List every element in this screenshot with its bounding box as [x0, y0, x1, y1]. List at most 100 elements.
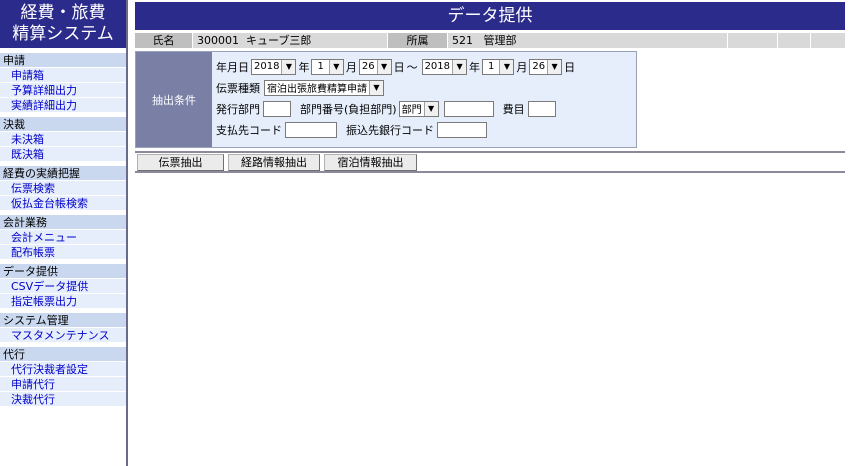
menu-section-accounting: 会計業務 会計メニュー 配布帳票: [0, 214, 126, 259]
dept-no-label: 部門番号(負担部門): [300, 102, 397, 116]
range-separator: ～: [406, 60, 418, 74]
menu-item-proxy-application[interactable]: 申請代行: [0, 376, 126, 391]
menu-item-csv-data[interactable]: CSVデータ提供: [0, 278, 126, 293]
page-title: データ提供: [135, 2, 845, 30]
menu-section-approval: 決裁 未決箱 既決箱: [0, 116, 126, 161]
menu-item-master-maintenance[interactable]: マスタメンテナンス: [0, 327, 126, 342]
expense-input[interactable]: [527, 100, 556, 117]
menu-head-proxy: 代行: [0, 346, 126, 361]
menu-head-application: 申請: [0, 52, 126, 67]
menu-item-approved-box[interactable]: 既決箱: [0, 146, 126, 161]
payee-code-input[interactable]: [285, 121, 337, 138]
user-name-value: キューブ三郎: [246, 34, 312, 47]
dept-label: 所属: [388, 33, 448, 48]
dept-no-select-value: 部門: [401, 105, 422, 116]
menu-item-accounting-menu[interactable]: 会計メニュー: [0, 229, 126, 244]
logo-line1: 経費・旅費: [20, 3, 106, 23]
menu-item-proxy-approver-setting[interactable]: 代行決裁者設定: [0, 361, 126, 376]
menu-section-proxy: 代行 代行決裁者設定 申請代行 決裁代行: [0, 346, 126, 406]
dept-row: 発行部門 部門番号(負担部門) 部門 ▼ 費目: [216, 98, 632, 119]
info-blank-1: [728, 33, 778, 48]
filter-label: 抽出条件: [136, 52, 212, 147]
slip-type-select[interactable]: 宿泊出張旅費精算申請 ▼: [264, 79, 384, 96]
user-dept: 521 管理部: [448, 33, 728, 48]
app-logo: 経費・旅費 精算システム: [0, 0, 126, 48]
menu-item-distribution-forms[interactable]: 配布帳票: [0, 244, 126, 259]
dept-no-select[interactable]: 部門 ▼: [398, 100, 439, 117]
month-unit: 月: [345, 60, 357, 74]
to-day-select[interactable]: 26 ▼: [529, 58, 563, 75]
sidebar: 経費・旅費 精算システム 申請 申請箱 予算詳細出力 実績詳細出力 決裁 未決箱…: [0, 0, 128, 466]
slip-type-row: 伝票種類 宿泊出張旅費精算申請 ▼: [216, 77, 632, 98]
chevron-down-icon: ▼: [281, 59, 296, 74]
extract-tabs: 伝票抽出 経路情報抽出 宿泊情報抽出: [135, 151, 845, 173]
menu-head-expense-tracking: 経費の実績把握: [0, 165, 126, 180]
dept-no-input[interactable]: [443, 100, 494, 117]
year-unit-2: 年: [469, 60, 481, 74]
filter-body: 年月日 2018 ▼ 年 1 ▼ 月 26 ▼ 日 ～ 2018 ▼ 年 1 ▼ 月 26…: [212, 52, 636, 147]
user-name: 300001 キューブ三郎: [193, 33, 388, 48]
menu-head-system-admin: システム管理: [0, 312, 126, 327]
user-info-bar: 氏名 300001 キューブ三郎 所属 521 管理部: [135, 33, 845, 48]
menu-item-slip-search[interactable]: 伝票検索: [0, 180, 126, 195]
from-month-select[interactable]: 1 ▼: [311, 58, 344, 75]
menu-section-expense-tracking: 経費の実績把握 伝票検索 仮払金台帳検索: [0, 165, 126, 210]
expense-label: 費目: [502, 102, 525, 116]
chevron-down-icon: ▼: [499, 59, 514, 74]
tab-slip-extract[interactable]: 伝票抽出: [137, 153, 224, 171]
menu-item-actual-detail[interactable]: 実績詳細出力: [0, 97, 126, 112]
from-day-value: 26: [361, 61, 375, 72]
issuing-dept-input[interactable]: [263, 100, 291, 117]
menu-item-proxy-approval[interactable]: 決裁代行: [0, 391, 126, 406]
day-unit-2: 日: [564, 60, 576, 74]
to-month-value: 1: [488, 61, 495, 72]
slip-type-value: 宿泊出張旅費精算申請: [267, 84, 367, 95]
issuing-dept-label: 発行部門: [216, 102, 260, 116]
menu-item-pending-box[interactable]: 未決箱: [0, 131, 126, 146]
tab-lodging-extract[interactable]: 宿泊情報抽出: [324, 153, 417, 171]
slip-type-label: 伝票種類: [216, 81, 260, 95]
logo-line2: 精算システム: [12, 24, 114, 44]
menu-item-advance-ledger-search[interactable]: 仮払金台帳検索: [0, 195, 126, 210]
payee-code-label: 支払先コード: [216, 123, 282, 137]
day-unit: 日: [393, 60, 405, 74]
month-unit-2: 月: [516, 60, 528, 74]
date-label: 年月日: [216, 60, 249, 74]
to-month-select[interactable]: 1 ▼: [482, 58, 515, 75]
menu-head-accounting: 会計業務: [0, 214, 126, 229]
menu-item-budget-detail[interactable]: 予算詳細出力: [0, 82, 126, 97]
to-day-value: 26: [532, 61, 546, 72]
name-label: 氏名: [135, 33, 193, 48]
user-id: 300001: [197, 34, 239, 47]
to-year-value: 2018: [424, 61, 451, 72]
filter-panel: 抽出条件 年月日 2018 ▼ 年 1 ▼ 月 26 ▼ 日 ～ 2018 ▼ 年 1 ▼…: [135, 51, 637, 148]
menu-item-specified-forms[interactable]: 指定帳票出力: [0, 293, 126, 308]
chevron-down-icon: ▼: [376, 59, 391, 74]
menu-section-data-provision: データ提供 CSVデータ提供 指定帳票出力: [0, 263, 126, 308]
chevron-down-icon: ▼: [369, 80, 383, 95]
menu-section-system-admin: システム管理 マスタメンテナンス: [0, 312, 126, 342]
bank-code-input[interactable]: [437, 121, 487, 138]
bank-code-label: 振込先銀行コード: [346, 123, 434, 137]
chevron-down-icon: ▼: [452, 59, 467, 74]
chevron-down-icon: ▼: [547, 59, 562, 74]
menu-head-approval: 決裁: [0, 116, 126, 131]
from-year-select[interactable]: 2018 ▼: [251, 58, 297, 75]
menu-item-application-box[interactable]: 申請箱: [0, 67, 126, 82]
dept-code: 521: [452, 34, 473, 47]
from-month-value: 1: [317, 61, 324, 72]
menu-head-data-provision: データ提供: [0, 263, 126, 278]
chevron-down-icon: ▼: [328, 59, 343, 74]
year-unit: 年: [298, 60, 310, 74]
date-row: 年月日 2018 ▼ 年 1 ▼ 月 26 ▼ 日 ～ 2018 ▼ 年 1 ▼ 月 26…: [216, 56, 632, 77]
to-year-select[interactable]: 2018 ▼: [421, 58, 468, 75]
payee-row: 支払先コード 振込先銀行コード: [216, 119, 632, 140]
dept-name: 管理部: [483, 34, 517, 47]
tab-route-extract[interactable]: 経路情報抽出: [228, 153, 320, 171]
chevron-down-icon: ▼: [423, 101, 438, 116]
from-day-select[interactable]: 26 ▼: [358, 58, 392, 75]
info-blank-2: [778, 33, 811, 48]
info-blank-3: [811, 33, 845, 48]
from-year-value: 2018: [254, 61, 280, 72]
menu-section-application: 申請 申請箱 予算詳細出力 実績詳細出力: [0, 52, 126, 112]
